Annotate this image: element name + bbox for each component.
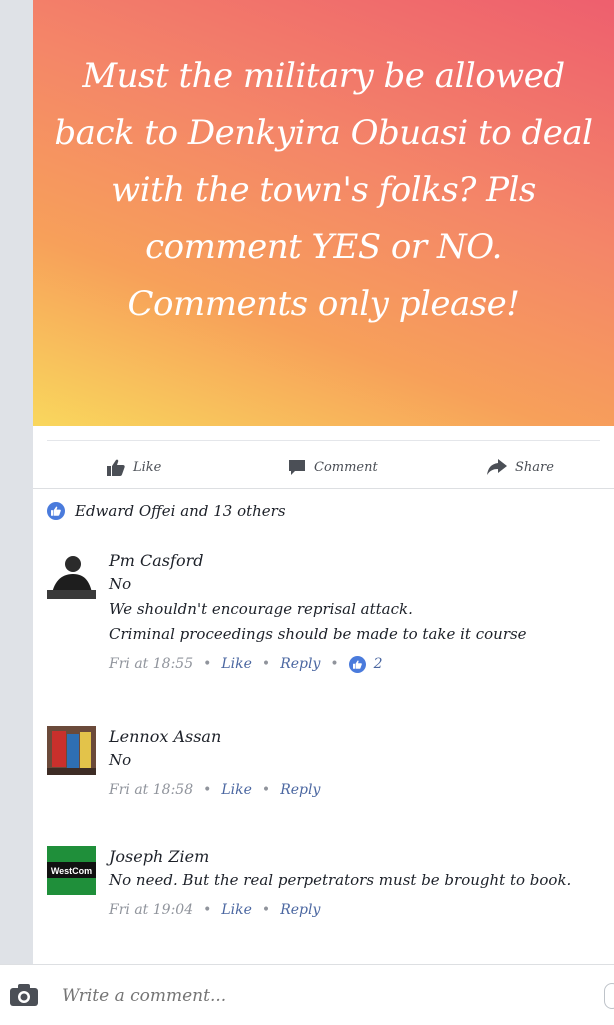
separator-dot: • [261,902,271,918]
comment-reply-link[interactable]: Reply [280,899,320,921]
post-card: Must the military be allowed back to Den… [33,0,614,964]
reactions-text: Edward Offei and 13 others [75,502,286,520]
commenter-name[interactable]: Pm Casford [109,550,604,572]
like-reaction-icon [47,502,65,520]
like-button[interactable]: Like [107,456,161,478]
share-arrow-icon [487,459,507,475]
comment-time[interactable]: Fri at 18:58 [109,779,193,801]
avatar[interactable] [47,550,96,599]
camera-icon[interactable] [9,983,39,1007]
comment-meta: Fri at 19:04 • Like • Reply [109,899,604,921]
separator-dot: • [261,656,271,672]
commenter-name[interactable]: Joseph Ziem [109,846,604,868]
comment-label: Comment [314,459,378,475]
commenter-name[interactable]: Lennox Assan [109,726,604,748]
share-button[interactable]: Share [487,456,554,478]
separator-dot: • [203,902,212,918]
comment-button[interactable]: Comment [288,456,378,478]
comment-composer [0,964,614,1025]
post-text: Must the military be allowed back to Den… [54,56,593,324]
avatar[interactable] [47,726,96,775]
comment-text: No [109,751,132,769]
comment-like-link[interactable]: Like [221,899,252,921]
thumbs-up-icon [107,459,125,476]
like-label: Like [133,459,162,475]
comment-reply-link[interactable]: Reply [280,779,320,801]
comment-text: No [109,575,132,593]
separator-dot: • [203,656,212,672]
reactions-summary[interactable]: Edward Offei and 13 others [47,502,286,520]
comment-icon [289,459,305,475]
avatar[interactable]: WestCom [47,846,96,895]
comment-time[interactable]: Fri at 19:04 [109,899,193,921]
comment-text: No need. But the real perpetrators must … [109,871,572,889]
avatar-logo-text: WestCom [51,866,92,876]
emoji-button[interactable] [604,983,614,1009]
comment-meta: Fri at 18:58 • Like • Reply [109,779,604,801]
like-count[interactable]: 2 [374,653,383,675]
separator-dot: • [330,656,339,672]
post-background: Must the military be allowed back to Den… [33,0,614,426]
separator-dot: • [203,782,212,798]
left-gutter [0,0,33,964]
comment-like-link[interactable]: Like [221,653,252,675]
comment-meta: Fri at 18:55 • Like • Reply • 2 [109,653,604,675]
comment-like-link[interactable]: Like [221,779,252,801]
comment-reply-link[interactable]: Reply [280,653,320,675]
separator-dot: • [261,782,271,798]
comment-text: Criminal proceedings should be made to t… [109,625,527,643]
comment-text: We shouldn't encourage reprisal attack. [109,600,413,618]
divider [47,440,600,441]
like-count-icon[interactable] [348,655,366,673]
post-action-bar: Like Comment Share [33,426,614,489]
comment-time[interactable]: Fri at 18:55 [109,653,193,675]
share-label: Share [515,459,554,475]
write-comment-input[interactable] [60,985,278,1007]
